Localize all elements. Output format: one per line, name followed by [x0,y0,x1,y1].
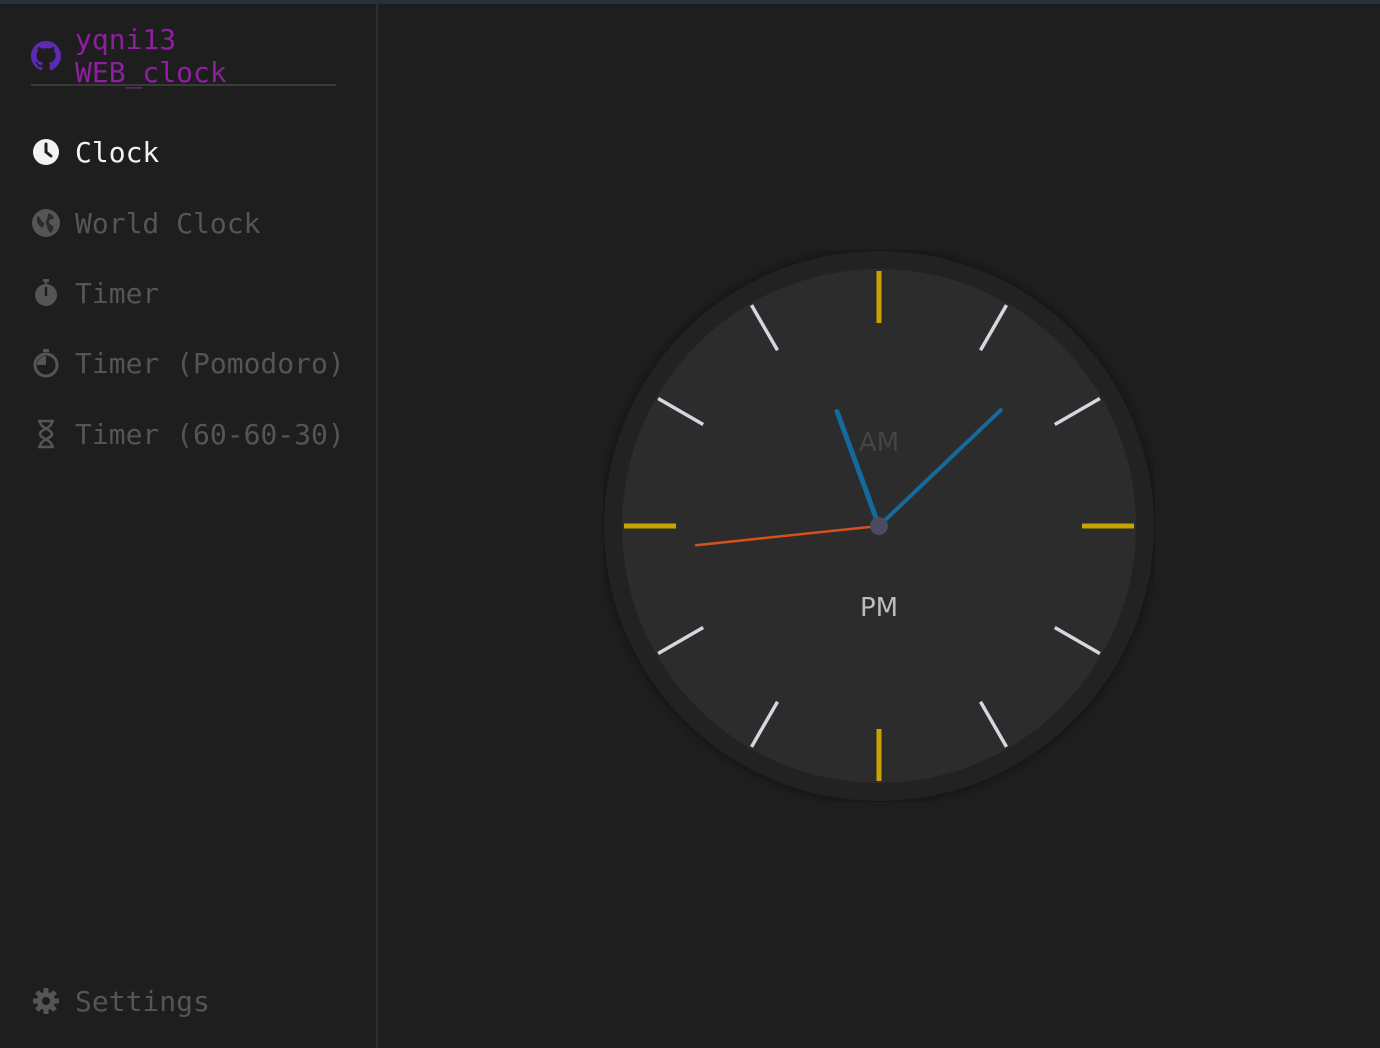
nav-item-settings[interactable]: Settings [31,981,210,1021]
hourglass-icon [31,419,61,449]
nav-item-timer[interactable]: Timer [31,273,159,313]
main-content: AM PM [378,4,1380,1048]
github-icon [31,41,61,71]
stopwatch-icon [31,278,61,308]
brand-label: yqni13 WEB_clock [75,23,227,89]
nav-item-label: Timer (Pomodoro) [75,346,345,380]
nav-item-timer-60-60-30[interactable]: Timer (60-60-30) [31,414,345,454]
clock-icon [31,137,61,167]
nav-item-label: Clock [75,135,160,169]
nav-item-clock[interactable]: Clock [31,132,159,172]
gear-icon [31,986,61,1016]
nav-item-label: Timer [75,276,160,310]
pm-label: PM [860,593,898,623]
am-label: AM [859,428,899,458]
settings-label: Settings [75,984,210,1018]
nav-item-timer-pomodoro[interactable]: Timer (Pomodoro) [31,343,345,383]
analog-clock: AM PM [603,250,1155,802]
brand-link[interactable]: yqni13 WEB_clock [31,23,336,89]
sidebar: yqni13 WEB_clock Clock World Clock Timer… [0,4,378,1048]
globe-icon [31,208,61,238]
nav-item-label: World Clock [75,206,261,240]
nav-item-world-clock[interactable]: World Clock [31,203,260,243]
nav-item-label: Timer (60-60-30) [75,417,345,451]
timer-icon [31,348,61,378]
clock-center [870,517,888,535]
